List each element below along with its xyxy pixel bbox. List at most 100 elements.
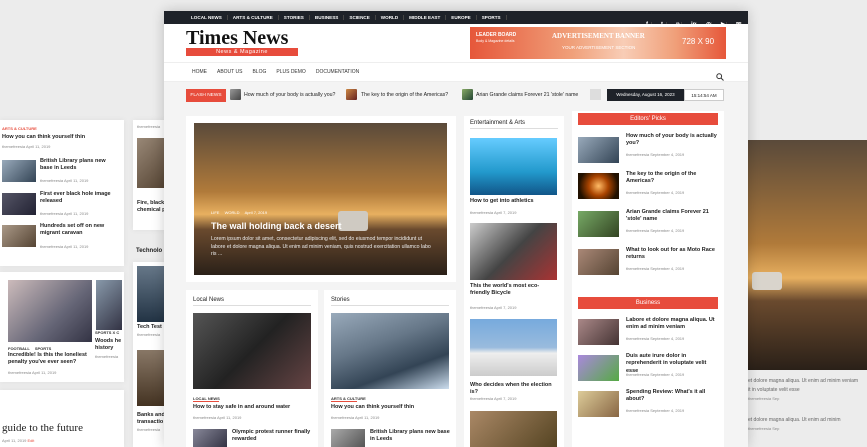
bg-left-edit-link[interactable]: Edit	[28, 438, 35, 443]
stories-title: Stories	[331, 297, 449, 306]
site-tagline: News & Magazine	[186, 48, 298, 56]
ticker-item-2[interactable]: The key to the origin of the Americas?	[361, 92, 448, 98]
editors-thumb-3[interactable]	[578, 211, 619, 237]
top-nav-middle-east[interactable]: MIDDLE EAST	[404, 15, 447, 20]
editors-item-1-title[interactable]: How much of your body is actually you?	[626, 133, 718, 148]
hero-card: LIFE WORLD April 7, 2019 The wall holdin…	[186, 116, 456, 282]
bg-left-meta: themefreesia April 11, 2019	[2, 144, 51, 149]
bg-mid-thumb-1[interactable]	[137, 138, 165, 188]
bg-mid-thumb-2[interactable]	[137, 266, 165, 322]
arts-item-3-title[interactable]: Who decides when the election is?	[470, 382, 558, 397]
stories-next[interactable]: British Library plans new base in Leeds	[370, 429, 450, 444]
arts-image-4[interactable]	[470, 411, 557, 447]
stories-tag-underline	[331, 401, 357, 402]
editors-item-2-title[interactable]: The key to the origin of the Americas?	[626, 171, 718, 186]
bg-left-side-image[interactable]	[96, 280, 122, 330]
top-nav-business[interactable]: BUSINESS	[310, 15, 345, 20]
bg-left-item-1[interactable]: British Library plans new base in Leeds	[40, 158, 116, 173]
top-nav-stories[interactable]: STORIES	[279, 15, 310, 20]
top-nav-science[interactable]: SCIENCE	[344, 15, 376, 20]
bg-left-thumb-1[interactable]	[2, 160, 36, 182]
ad-size: 728 X 90	[682, 37, 715, 46]
top-nav-europe[interactable]: EUROPE	[446, 15, 477, 20]
ad-sub: Body & Magazine details	[476, 39, 515, 43]
top-nav-local-news[interactable]: LOCAL NEWS	[186, 15, 228, 20]
header: Times News News & Magazine LEADER BOARD …	[164, 24, 748, 62]
hero-title[interactable]: The wall holding back a desert	[211, 221, 342, 231]
hero-image[interactable]: LIFE WORLD April 7, 2019 The wall holdin…	[194, 123, 447, 275]
bg-left-thumb-2b[interactable]	[2, 193, 36, 215]
menu-about[interactable]: ABOUT US	[217, 69, 242, 75]
top-nav-world[interactable]: WORLD	[376, 15, 405, 20]
local-news-image[interactable]	[193, 313, 311, 389]
bg-right-line-2: it in voluptate velit esse	[748, 387, 800, 393]
bg-left-cat2-a: FOOTBALL	[8, 346, 30, 351]
bg-left-item-2-meta: themefreesia April 11, 2019	[40, 211, 89, 216]
bg-left-headline-2[interactable]: Incredible! Is this the loneliest penalt…	[8, 352, 92, 367]
bg-left-headline[interactable]: How you can think yourself thin	[2, 134, 85, 141]
ticker-item-3[interactable]: Arian Grande claims Forever 21 'stole' n…	[476, 92, 578, 98]
editors-thumb-4[interactable]	[578, 249, 619, 275]
business-thumb-3[interactable]	[578, 391, 619, 417]
editors-thumb-1[interactable]	[578, 137, 619, 163]
business-item-3-title[interactable]: Spending Review: What's it all about?	[626, 389, 718, 404]
local-news-thumb-2[interactable]	[193, 429, 227, 447]
bg-left-big-title[interactable]: guide to the future	[2, 422, 83, 434]
stories-headline[interactable]: How you can think yourself thin	[331, 404, 451, 411]
menu-documentation[interactable]: DOCUMENTATION	[316, 69, 359, 75]
bg-left-gym-image[interactable]	[8, 280, 92, 342]
bg-mid-thumb-3[interactable]	[137, 350, 165, 406]
bg-mid-text-1c[interactable]: chemical p	[137, 207, 165, 214]
bg-left-thumb-3[interactable]	[2, 225, 36, 247]
arts-title: Entertainment & Arts	[470, 120, 558, 129]
local-news-next[interactable]: Olympic protest runner finally rewarded	[232, 429, 312, 444]
business-thumb-2[interactable]	[578, 355, 619, 381]
ad-banner[interactable]: LEADER BOARD Body & Magazine details ADV…	[470, 27, 726, 59]
stories-card: Stories ARTS & CULTURE How you can think…	[324, 290, 456, 447]
bg-mid-trans[interactable]: transactio	[137, 419, 163, 426]
ticker-bar: FLASH NEWS How much of your body is actu…	[164, 82, 748, 108]
bg-left-category: ARTS & CULTURE	[2, 126, 37, 131]
local-news-title: Local News	[193, 297, 311, 306]
menu-blog[interactable]: BLOG	[252, 69, 266, 75]
bg-mid-meta-3: themefreesia	[137, 427, 161, 432]
arts-image-1[interactable]	[470, 138, 557, 195]
arts-image-3[interactable]	[470, 319, 557, 376]
editors-item-1-meta: themefreesia September 4, 2019	[626, 152, 685, 157]
search-icon[interactable]	[716, 68, 724, 81]
menu-plus-demo[interactable]: PLUS DEMO	[276, 69, 305, 75]
editors-item-4-title[interactable]: What to look out for as Moto Race return…	[626, 247, 718, 262]
business-item-1-title[interactable]: Labore et dolore magna aliqua. Ut enim a…	[626, 317, 718, 332]
bg-right-line-3: themefreesia Sep	[748, 396, 780, 401]
local-news-tag-underline	[193, 401, 219, 402]
ticker-thumb-1	[230, 89, 241, 100]
hero-tag-life[interactable]: LIFE	[211, 210, 219, 215]
bg-mid-tech[interactable]: Tech Test	[137, 324, 162, 331]
menu-home[interactable]: HOME	[192, 69, 207, 75]
stories-thumb-2[interactable]	[331, 429, 365, 447]
top-nav-arts[interactable]: ARTS & CULTURE	[228, 15, 279, 20]
site-title[interactable]: Times News	[186, 28, 298, 48]
ticker-item-1[interactable]: How much of your body is actually you?	[244, 92, 335, 98]
arts-item-1-title[interactable]: How to get into athletics	[470, 198, 558, 205]
arts-item-2-title[interactable]: This the world's most eco-friendly Bicyc…	[470, 283, 558, 298]
top-nav-sports[interactable]: SPORTS	[477, 15, 507, 20]
editors-item-3-title[interactable]: Arian Grande claims Forever 21 'stole' n…	[626, 209, 718, 224]
bg-left-item-3[interactable]: Hundreds set off on new migrant caravan	[40, 223, 116, 238]
ticker-arrow-icon[interactable]	[590, 89, 601, 100]
ticker-thumb-2	[346, 89, 357, 100]
hero-tag-world[interactable]: WORLD	[225, 210, 240, 215]
stories-image[interactable]	[331, 313, 449, 389]
editors-thumb-2[interactable]	[578, 173, 619, 199]
site-logo[interactable]: Times News News & Magazine	[186, 28, 298, 56]
business-thumb-1[interactable]	[578, 319, 619, 345]
bg-right-line-5: themefreesia Sep	[748, 426, 780, 431]
editors-title: Editors' Picks	[578, 113, 718, 125]
bg-mid-history[interactable]: history	[95, 345, 113, 352]
local-news-headline[interactable]: How to stay safe in and around water	[193, 404, 313, 411]
bg-left-item-1-meta: themefreesia April 11, 2019	[40, 178, 89, 183]
main-menu: HOME ABOUT US BLOG PLUS DEMO DOCUMENTATI…	[164, 62, 748, 82]
editors-item-4-meta: themefreesia September 4, 2019	[626, 266, 685, 271]
arts-image-2[interactable]	[470, 223, 557, 280]
bg-left-item-2[interactable]: First ever black hole image released	[40, 191, 116, 206]
